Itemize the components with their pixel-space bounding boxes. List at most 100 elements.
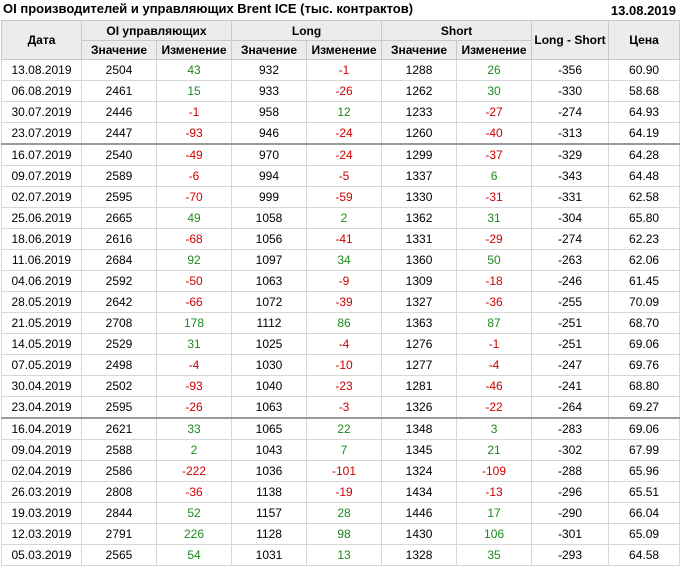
header-long-short: Long - Short bbox=[531, 20, 610, 60]
cell-long-short: -247 bbox=[531, 354, 610, 376]
table-row: 13.08.2019 2504 43 932 -1 1288 26 -356 60.90 bbox=[1, 59, 680, 81]
cell-price: 61.45 bbox=[608, 270, 680, 292]
cell-oi-value: 2446 bbox=[81, 101, 157, 123]
cell-date: 12.03.2019 bbox=[1, 523, 82, 545]
cell-date: 30.04.2019 bbox=[1, 375, 82, 397]
cell-long-value: 999 bbox=[231, 186, 308, 208]
cot-table: Дата OI управляющих Long Short Long - Sh… bbox=[1, 20, 680, 566]
cell-oi-value: 2498 bbox=[81, 354, 157, 376]
cell-short-change: 30 bbox=[456, 80, 533, 102]
cell-short-value: 1262 bbox=[381, 80, 458, 102]
cell-oi-change: -93 bbox=[155, 122, 233, 145]
cell-short-change: -109 bbox=[456, 460, 533, 482]
cell-date: 02.07.2019 bbox=[1, 186, 82, 208]
cell-oi-change: -36 bbox=[155, 481, 233, 503]
cell-long-change: 7 bbox=[306, 439, 383, 461]
cell-long-change: -59 bbox=[306, 186, 383, 208]
cell-short-value: 1299 bbox=[381, 143, 458, 166]
cell-short-value: 1362 bbox=[381, 207, 458, 229]
table-row: 09.07.2019 2589 -6 994 -5 1337 6 -343 64.48 bbox=[1, 165, 680, 187]
cell-date: 14.05.2019 bbox=[1, 333, 82, 355]
cell-short-change: -18 bbox=[456, 270, 533, 292]
cell-oi-value: 2642 bbox=[81, 291, 157, 313]
table-row: 30.04.2019 2502 -93 1040 -23 1281 -46 -241 68.80 bbox=[1, 375, 680, 397]
cell-oi-change: -222 bbox=[155, 460, 233, 482]
cell-price: 64.93 bbox=[608, 101, 680, 123]
cell-date: 21.05.2019 bbox=[1, 312, 82, 334]
cell-short-change: -29 bbox=[456, 228, 533, 250]
table-row: 28.05.2019 2642 -66 1072 -39 1327 -36 -255 70.09 bbox=[1, 291, 680, 313]
cell-date: 13.08.2019 bbox=[1, 59, 82, 81]
cell-oi-change: -49 bbox=[155, 143, 233, 166]
cell-long-change: 86 bbox=[306, 312, 383, 334]
cell-date: 04.06.2019 bbox=[1, 270, 82, 292]
cell-short-value: 1288 bbox=[381, 59, 458, 81]
cell-oi-change: -4 bbox=[155, 354, 233, 376]
cell-date: 06.08.2019 bbox=[1, 80, 82, 102]
cell-long-short: -290 bbox=[531, 502, 610, 524]
cell-long-value: 1040 bbox=[231, 375, 308, 397]
cell-oi-change: 43 bbox=[155, 59, 233, 81]
cell-oi-change: -70 bbox=[155, 186, 233, 208]
cell-oi-value: 2504 bbox=[81, 59, 157, 81]
cell-short-change: 50 bbox=[456, 249, 533, 271]
cell-oi-value: 2844 bbox=[81, 502, 157, 524]
cell-oi-change: -26 bbox=[155, 396, 233, 419]
table-row: 14.05.2019 2529 31 1025 -4 1276 -1 -251 69.06 bbox=[1, 333, 680, 355]
cell-short-change: -31 bbox=[456, 186, 533, 208]
cell-long-change: -19 bbox=[306, 481, 383, 503]
cell-oi-value: 2595 bbox=[81, 396, 157, 419]
cell-oi-value: 2529 bbox=[81, 333, 157, 355]
header-long-value: Значение bbox=[231, 40, 308, 60]
cell-short-value: 1277 bbox=[381, 354, 458, 376]
cell-price: 68.70 bbox=[608, 312, 680, 334]
cell-oi-value: 2461 bbox=[81, 80, 157, 102]
cell-oi-value: 2592 bbox=[81, 270, 157, 292]
cell-date: 26.03.2019 bbox=[1, 481, 82, 503]
cell-long-change: -3 bbox=[306, 396, 383, 419]
cell-oi-change: 178 bbox=[155, 312, 233, 334]
header-short-value: Значение bbox=[381, 40, 458, 60]
cell-long-value: 958 bbox=[231, 101, 308, 123]
table-row: 19.03.2019 2844 52 1157 28 1446 17 -290 66.04 bbox=[1, 502, 680, 524]
cell-date: 23.04.2019 bbox=[1, 396, 82, 419]
table-row: 18.06.2019 2616 -68 1056 -41 1331 -29 -274 62.23 bbox=[1, 228, 680, 250]
cell-short-change: -27 bbox=[456, 101, 533, 123]
cell-date: 09.07.2019 bbox=[1, 165, 82, 187]
cell-short-value: 1276 bbox=[381, 333, 458, 355]
cell-long-value: 1063 bbox=[231, 270, 308, 292]
table-row: 06.08.2019 2461 15 933 -26 1262 30 -330 58.68 bbox=[1, 80, 680, 102]
table-row: 21.05.2019 2708 178 1112 86 1363 87 -251 68.70 bbox=[1, 312, 680, 334]
cell-long-short: -302 bbox=[531, 439, 610, 461]
cell-date: 07.05.2019 bbox=[1, 354, 82, 376]
cell-long-change: 2 bbox=[306, 207, 383, 229]
cell-short-value: 1233 bbox=[381, 101, 458, 123]
cell-long-change: -10 bbox=[306, 354, 383, 376]
cell-price: 58.68 bbox=[608, 80, 680, 102]
cell-oi-value: 2447 bbox=[81, 122, 157, 145]
cell-short-change: 31 bbox=[456, 207, 533, 229]
cell-price: 62.23 bbox=[608, 228, 680, 250]
table-row: 23.07.2019 2447 -93 946 -24 1260 -40 -313 64.19 bbox=[1, 122, 680, 145]
cell-long-value: 1025 bbox=[231, 333, 308, 355]
cell-date: 09.04.2019 bbox=[1, 439, 82, 461]
cell-date: 28.05.2019 bbox=[1, 291, 82, 313]
table-row: 12.03.2019 2791 226 1128 98 1430 106 -301 65.09 bbox=[1, 523, 680, 545]
cell-short-change: -36 bbox=[456, 291, 533, 313]
cell-short-value: 1281 bbox=[381, 375, 458, 397]
cell-short-value: 1330 bbox=[381, 186, 458, 208]
cell-long-change: 28 bbox=[306, 502, 383, 524]
cell-price: 65.51 bbox=[608, 481, 680, 503]
cell-oi-value: 2588 bbox=[81, 439, 157, 461]
cell-oi-value: 2595 bbox=[81, 186, 157, 208]
cell-price: 64.19 bbox=[608, 122, 680, 145]
cell-short-value: 1309 bbox=[381, 270, 458, 292]
cell-date: 02.04.2019 bbox=[1, 460, 82, 482]
cell-long-short: -296 bbox=[531, 481, 610, 503]
cell-short-change: -1 bbox=[456, 333, 533, 355]
table-body: 13.08.2019 2504 43 932 -1 1288 26 -356 60.90 06.0… bbox=[1, 59, 680, 566]
cell-oi-value: 2589 bbox=[81, 165, 157, 187]
cell-price: 67.99 bbox=[608, 439, 680, 461]
cell-long-short: -356 bbox=[531, 59, 610, 81]
cell-long-value: 1112 bbox=[231, 312, 308, 334]
